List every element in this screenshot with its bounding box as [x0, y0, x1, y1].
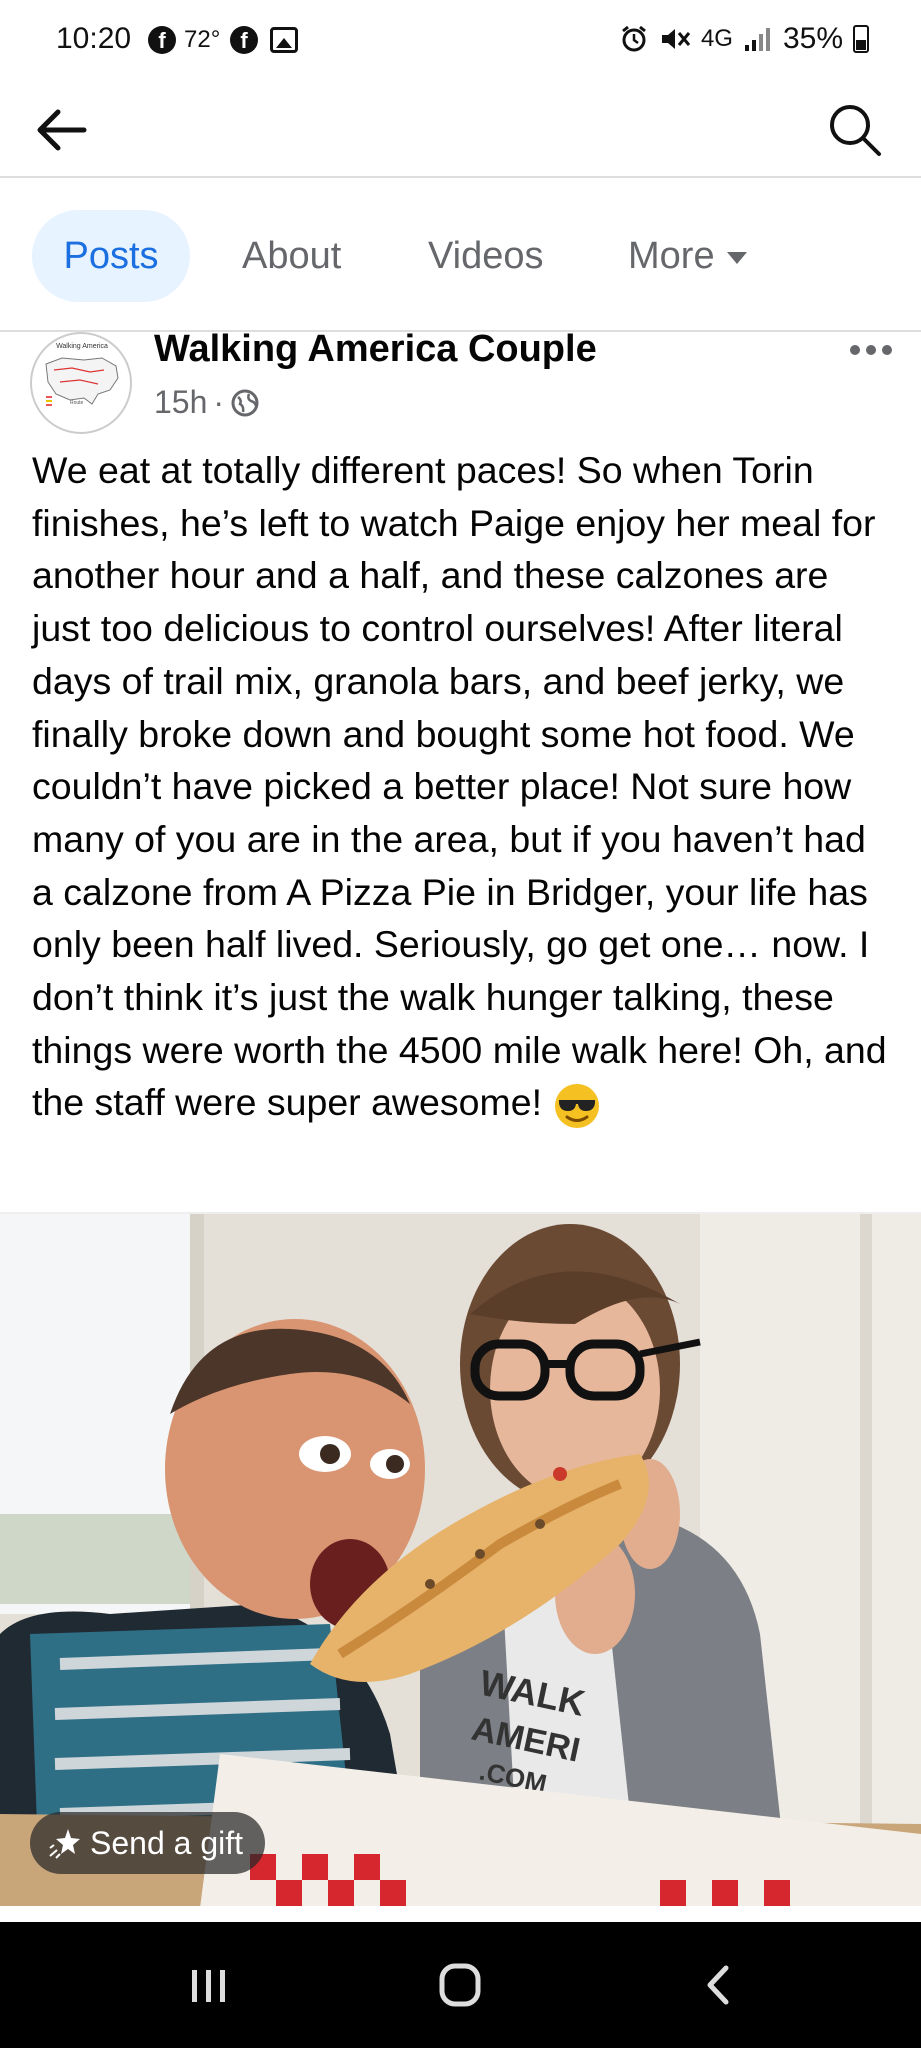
avatar-route-text: Route — [70, 400, 84, 406]
recent-apps-button[interactable] — [178, 1960, 238, 2010]
sunglasses-emoji-icon — [555, 1083, 600, 1128]
post-text: We eat at totally different paces! So wh… — [32, 444, 892, 1131]
us-map-logo: Walking America Route — [45, 343, 119, 406]
signal-icon — [744, 28, 770, 51]
mute-icon — [661, 29, 691, 49]
post-meta: 15h · — [154, 384, 260, 421]
tab-videos[interactable]: Videos — [428, 210, 544, 302]
alarm-icon — [622, 25, 646, 52]
battery-icon — [853, 25, 869, 53]
recents-icon — [192, 1970, 225, 2002]
post-body: We eat at totally different paces! So wh… — [32, 449, 887, 1124]
back-button[interactable] — [30, 98, 94, 162]
system-back-button[interactable] — [690, 1960, 750, 2010]
system-nav-bar — [0, 1922, 921, 2048]
home-button[interactable] — [430, 1960, 490, 2010]
status-temperature: 72° — [184, 26, 221, 53]
meta-separator: · — [213, 384, 225, 420]
search-button[interactable] — [823, 98, 887, 162]
facebook-notification-icon: f — [230, 26, 258, 54]
status-bar: 10:20 f 72° f 4G 35% — [0, 0, 921, 84]
tab-about[interactable]: About — [242, 210, 341, 302]
home-icon — [439, 1963, 481, 2007]
tab-more[interactable]: More — [628, 210, 747, 302]
status-indicators: 4G 35% — [619, 22, 869, 56]
send-gift-label: Send a gift — [90, 1825, 243, 1861]
tab-more-label: More — [628, 235, 715, 277]
tab-posts[interactable]: Posts — [32, 210, 190, 302]
post-author[interactable]: Walking America Couple — [154, 328, 597, 371]
avatar[interactable]: Walking America Route — [30, 332, 132, 434]
post-photo[interactable]: WALK AMERI .COM — [0, 1212, 921, 1906]
chevron-down-icon — [726, 251, 747, 264]
chevron-left-icon — [707, 1965, 729, 2005]
send-gift-button[interactable]: Send a gift — [30, 1812, 265, 1874]
more-dots-icon — [850, 345, 892, 355]
avatar-text: Walking America — [56, 343, 108, 350]
status-time: 10:20 — [56, 22, 132, 55]
search-icon — [830, 105, 881, 156]
post-options-button[interactable] — [849, 332, 893, 357]
top-nav — [0, 84, 921, 178]
gallery-notification-icon — [270, 27, 298, 53]
facebook-notification-icon: f — [148, 26, 176, 54]
sparkle-star-icon — [49, 1829, 80, 1859]
globe-icon — [231, 389, 259, 416]
network-type: 4G — [700, 25, 733, 52]
page-tabs: Posts About Videos More — [0, 178, 921, 332]
post-time[interactable]: 15h — [154, 384, 207, 421]
battery-percent: 35% — [782, 22, 843, 55]
arrow-left-icon — [37, 109, 87, 151]
photo-illustration: WALK AMERI .COM — [0, 1214, 921, 1906]
